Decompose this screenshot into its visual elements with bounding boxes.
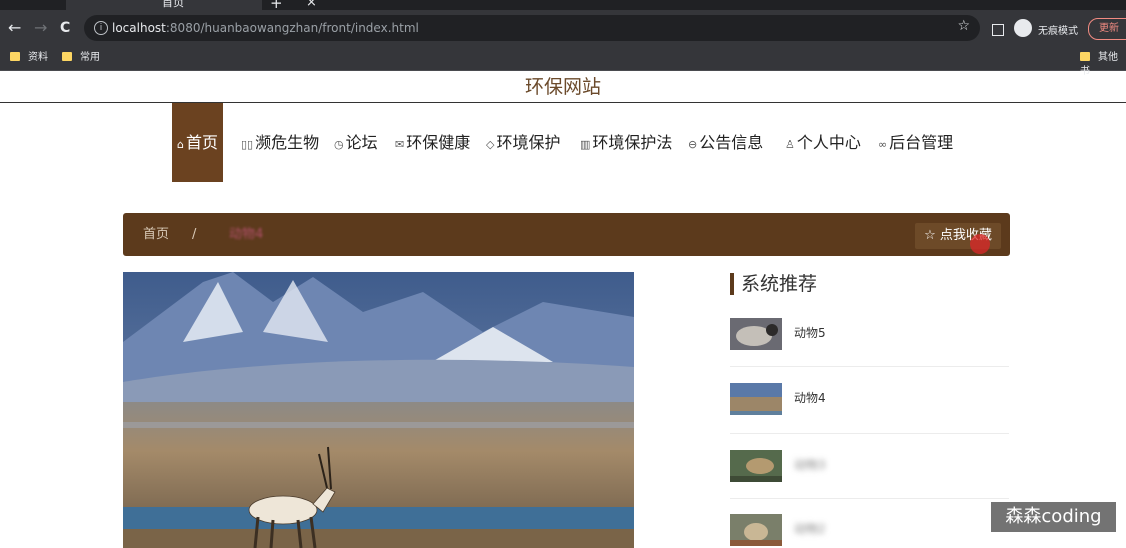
thumb-image <box>730 514 782 546</box>
nav-item-home[interactable]: ⌂ 首页 <box>172 103 223 182</box>
bookmark-folder[interactable]: 资料 <box>10 51 48 65</box>
breadcrumb-home[interactable]: 首页 <box>143 226 169 243</box>
thumb-image <box>730 450 782 482</box>
book-icon: ▯▯ <box>241 138 254 151</box>
detail-image <box>123 272 634 548</box>
address-bar[interactable]: i localhost:8080/huanbaowangzhan/front/i… <box>84 15 980 41</box>
nav-item-profile[interactable]: ♙ 个人中心 <box>785 103 861 182</box>
nav-item-protection[interactable]: ◇ 环境保护 <box>486 103 560 182</box>
reload-icon[interactable]: C <box>60 18 70 38</box>
thumb-image <box>730 318 782 350</box>
divider <box>730 498 1009 499</box>
folder-icon <box>10 52 20 61</box>
thumbnail <box>730 383 782 415</box>
item-name: 动物2 <box>794 522 826 536</box>
breadcrumb-current: 动物4 <box>229 227 264 242</box>
recommend-heading: 系统推荐 <box>730 273 817 295</box>
close-icon[interactable]: × <box>306 0 317 10</box>
nav-item-admin[interactable]: ∞ 后台管理 <box>878 103 953 182</box>
bookmark-star-icon[interactable]: ☆ <box>957 18 970 34</box>
item-name: 动物3 <box>794 458 826 472</box>
breadcrumb-separator: / <box>192 227 197 242</box>
divider <box>0 102 1126 103</box>
tab-strip: 首页 × + <box>0 0 1126 12</box>
back-icon[interactable]: ← <box>8 18 21 38</box>
forward-icon[interactable]: → <box>34 18 47 38</box>
cursor-highlight <box>970 234 990 254</box>
breadcrumb: 首页 / 动物4 ☆ 点我收藏 <box>123 213 1010 256</box>
tab-title: 首页 <box>162 0 184 9</box>
update-button[interactable]: 更新 <box>1088 18 1126 40</box>
user-icon: ♙ <box>785 138 795 151</box>
home-icon: ⌂ <box>177 138 184 151</box>
calendar-icon: ▥ <box>580 138 591 151</box>
nav-item-health[interactable]: ✉ 环保健康 <box>395 103 470 182</box>
folder-icon <box>1080 52 1090 61</box>
active-tab[interactable]: 首页 × <box>66 0 317 10</box>
nav-item-notice[interactable]: ⊖ 公告信息 <box>688 103 763 182</box>
thumb-image <box>730 383 782 415</box>
site-title: 环保网站 <box>524 76 601 98</box>
item-name: 动物5 <box>794 326 826 340</box>
nav-item-endangered[interactable]: ▯▯ 濒危生物 <box>241 103 319 182</box>
divider <box>730 366 1009 367</box>
info-icon[interactable]: i <box>94 21 108 35</box>
bookmark-folder[interactable]: 常用 <box>62 51 100 65</box>
divider <box>730 433 1009 434</box>
thumbnail <box>730 318 782 350</box>
watermark: 森森coding <box>991 502 1116 532</box>
thumbnail <box>730 514 782 546</box>
toolbar: ← → C i localhost:8080/huanbaowangzhan/f… <box>0 10 1126 46</box>
antelope-image <box>123 272 634 548</box>
bookmarks-bar: 资料 常用 其他书 <box>0 46 1126 77</box>
side-panel-icon[interactable] <box>992 24 1004 36</box>
mail-icon: ✉ <box>395 138 405 151</box>
notice-icon: ⊖ <box>688 138 698 151</box>
incognito-icon[interactable] <box>1014 19 1032 37</box>
link-icon: ∞ <box>878 138 888 151</box>
folder-icon <box>62 52 72 61</box>
nav-item-law[interactable]: ▥ 环境保护法 <box>580 103 672 182</box>
thumbnail <box>730 450 782 482</box>
nav-item-forum[interactable]: ◷ 论坛 <box>334 103 378 182</box>
tag-icon: ◇ <box>486 138 495 151</box>
incognito-label: 无痕模式 <box>1038 26 1078 37</box>
item-name: 动物4 <box>794 391 826 405</box>
url-text: localhost:8080/huanbaowangzhan/front/ind… <box>112 21 419 35</box>
clock-icon: ◷ <box>334 138 344 151</box>
